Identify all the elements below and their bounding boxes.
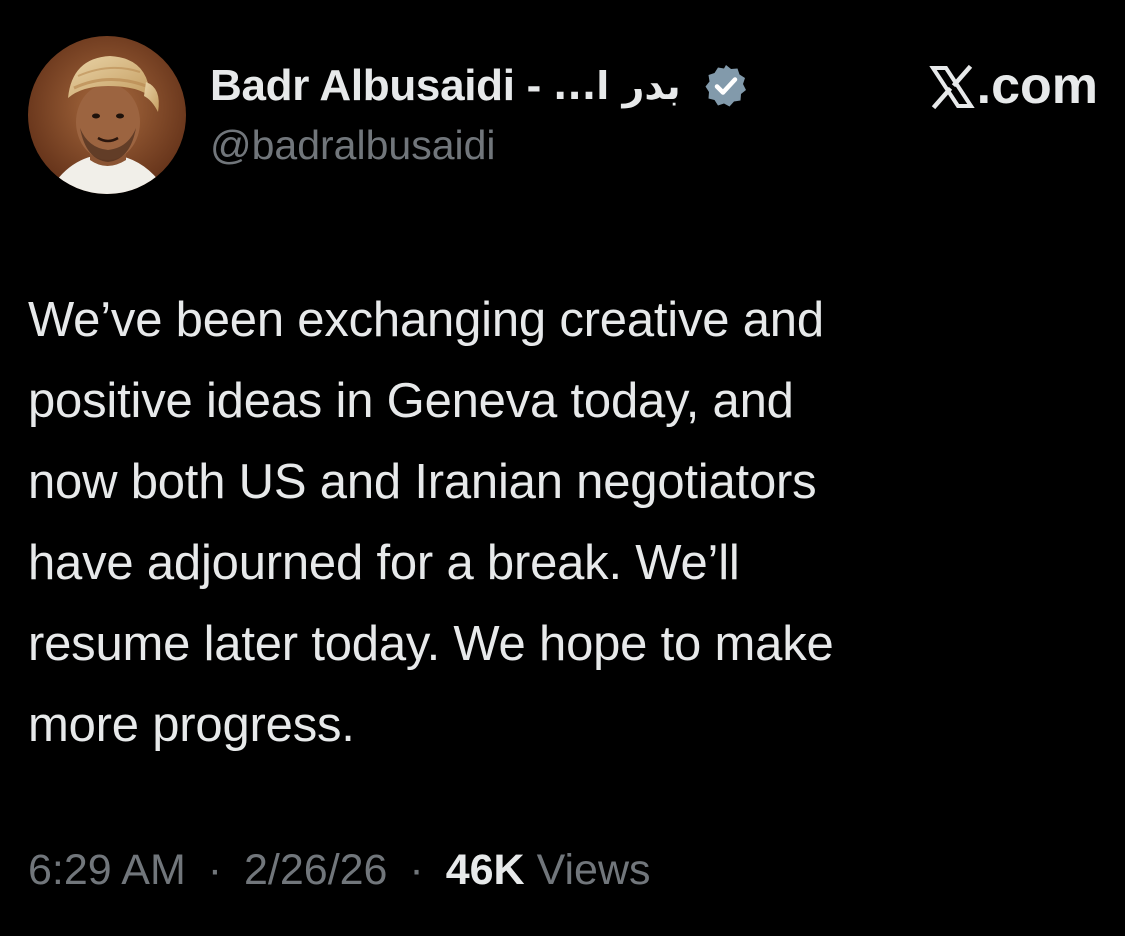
meta-separator: · [207,846,223,894]
source-site-label: .com [976,57,1098,115]
author-handle[interactable]: @badralbusaidi [210,122,1098,169]
tweet-date[interactable]: 2/26/26 [244,846,387,894]
tweet-meta: 6:29 AM · 2/26/26 · 46K Views [28,846,651,895]
avatar[interactable] [28,36,186,194]
author-info: Badr Albusaidi - بدر ا... .com @badralbu… [210,56,1098,169]
display-name[interactable]: Badr Albusaidi - [210,61,541,111]
tweet-text: We’ve been exchanging creative and posit… [28,280,1088,766]
verified-badge-icon [703,63,749,109]
name-row: Badr Albusaidi - بدر ا... .com [210,56,1098,116]
tweet-line: now both US and Iranian negotiators [28,455,817,509]
tweet-header: Badr Albusaidi - بدر ا... .com @badralbu… [28,36,1098,198]
display-name-arabic[interactable]: بدر ا... [553,64,681,108]
tweet-line: more progress. [28,698,355,752]
tweet-line: resume later today. We hope to make [28,617,834,671]
x-logo-icon [928,63,975,110]
meta-separator: · [409,846,424,894]
tweet-line: We’ve been exchanging creative and [28,293,824,347]
tweet-time[interactable]: 6:29 AM [28,846,186,894]
source-site[interactable]: .com [928,56,1098,116]
tweet-line: have adjourned for a break. We’ll [28,536,740,590]
views-label: Views [536,846,651,894]
views-count[interactable]: 46K [446,846,525,894]
avatar-image [28,36,186,194]
tweet-line: positive ideas in Geneva today, and [28,374,794,428]
